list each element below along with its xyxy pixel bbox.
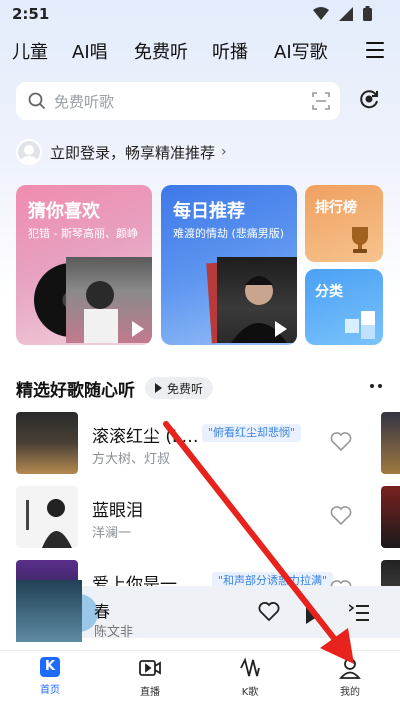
nav-k-song[interactable]: K歌 [220, 657, 280, 698]
card-ranking[interactable]: 排行榜 [305, 185, 383, 262]
more-icon[interactable] [370, 384, 382, 388]
play-icon [155, 383, 162, 393]
play-icon[interactable] [275, 321, 287, 337]
side-thumbnail [381, 412, 400, 474]
card-subtitle: 犯错 - 斯琴高丽、颜峥 [28, 227, 138, 240]
search-placeholder: 免费听歌 [54, 93, 115, 111]
heart-icon[interactable] [258, 602, 280, 622]
profile-icon [339, 658, 361, 679]
song-artist: 洋澜一 [92, 526, 132, 541]
signal-icon [339, 6, 353, 21]
play-icon[interactable] [132, 321, 144, 337]
top-category-tabs: 儿童 AI唱 免费听 听播 AI写歌 [0, 38, 400, 68]
card-guess-you-like[interactable]: 猜你喜欢 犯错 - 斯琴高丽、颜峥 [16, 185, 152, 345]
login-text: 立即登录，畅享精准推荐 [50, 143, 216, 162]
live-video-icon [139, 660, 161, 676]
chevron-right-icon: › [221, 144, 227, 160]
nav-label: 我的 [340, 687, 360, 698]
cubes-icon [345, 311, 375, 339]
nav-home[interactable]: K 首页 [20, 657, 80, 696]
now-playing-title: 春 [94, 602, 111, 621]
tab-children[interactable]: 儿童 [12, 38, 48, 64]
playlist-icon[interactable] [349, 604, 369, 622]
battery-icon [363, 6, 372, 21]
song-title: 滚滚红尘 (L… [92, 427, 199, 447]
nav-label: K歌 [241, 687, 259, 698]
k-song-wave-icon [240, 657, 260, 677]
song-artist: 方大树、灯叔 [92, 452, 171, 467]
album-cover [16, 486, 78, 548]
recognize-music-icon[interactable] [358, 88, 380, 110]
search-input[interactable]: 免费听歌 [16, 82, 340, 120]
now-playing-artist: 陈文非 [94, 625, 134, 640]
card-subtitle: 难渡的情劫 (悲痛男版) [173, 227, 285, 240]
tab-ai-sing[interactable]: AI唱 [72, 38, 108, 64]
scan-icon[interactable] [312, 92, 330, 110]
card-title: 每日推荐 [173, 201, 245, 222]
free-listen-button[interactable]: 免费听 [145, 377, 214, 399]
heart-icon[interactable] [330, 432, 352, 452]
menu-icon[interactable] [366, 42, 384, 58]
card-title: 排行榜 [315, 200, 357, 216]
section-header: 精选好歌随心听 免费听 [16, 375, 214, 401]
mini-player[interactable]: 春 陈文非 [16, 580, 400, 642]
play-icon[interactable] [306, 606, 320, 624]
heart-icon[interactable] [330, 506, 352, 526]
tab-free-listen[interactable]: 免费听 [134, 38, 188, 64]
bottom-nav: K 首页 直播 K歌 我的 [0, 650, 400, 711]
song-row[interactable]: 滚滚红尘 (L… 方大树、灯叔 "俯看红尘却悲悯" [16, 412, 386, 474]
now-playing-cover[interactable] [16, 580, 82, 642]
nav-label: 首页 [40, 685, 60, 696]
avatar [16, 139, 42, 165]
side-thumbnail [381, 486, 400, 548]
status-bar: 2:51 [0, 0, 400, 30]
card-title: 猜你喜欢 [28, 201, 100, 222]
tab-listen-broadcast[interactable]: 听播 [212, 38, 248, 64]
status-icons [313, 6, 372, 21]
nav-mine[interactable]: 我的 [320, 657, 380, 698]
home-k-icon: K [40, 657, 60, 677]
trophy-icon [352, 227, 368, 253]
section-title: 精选好歌随心听 [16, 380, 135, 401]
song-row[interactable]: 蓝眼泪 洋澜一 [16, 486, 386, 548]
tab-ai-write-song[interactable]: AI写歌 [274, 38, 328, 64]
card-category[interactable]: 分类 [305, 269, 383, 345]
login-prompt[interactable]: 立即登录，畅享精准推荐 › [16, 138, 227, 166]
nav-live[interactable]: 直播 [120, 657, 180, 698]
album-cover [16, 412, 78, 474]
free-listen-label: 免费听 [167, 381, 204, 396]
wifi-icon [313, 6, 329, 20]
song-tag: "俯看红尘却悲悯" [202, 424, 302, 442]
status-time: 2:51 [12, 5, 50, 23]
card-daily-recommend[interactable]: 每日推荐 难渡的情劫 (悲痛男版) [161, 185, 297, 345]
song-title: 蓝眼泪 [92, 501, 143, 521]
nav-label: 直播 [140, 687, 160, 698]
search-icon [28, 92, 46, 110]
card-title: 分类 [315, 284, 343, 300]
